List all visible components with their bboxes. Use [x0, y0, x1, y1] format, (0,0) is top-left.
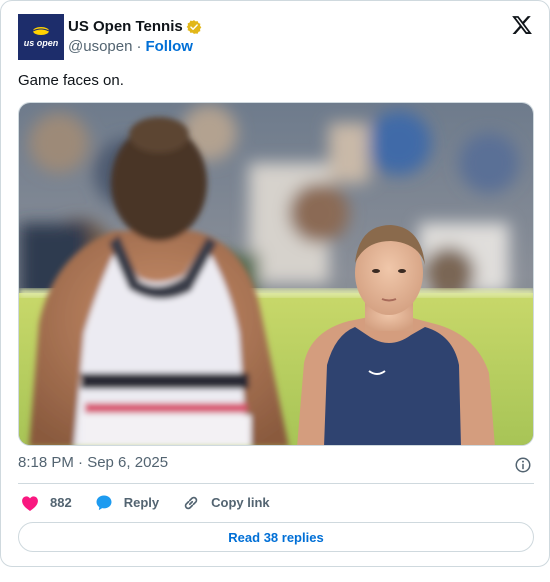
- timestamp[interactable]: 8:18 PM · Sep 6, 2025: [18, 454, 168, 472]
- divider: [18, 483, 534, 484]
- tweet-text: Game faces on.: [18, 72, 124, 89]
- like-button[interactable]: 882: [18, 493, 72, 513]
- author-handle-row: @usopen · Follow: [68, 38, 193, 56]
- us-open-logo-icon: us open: [18, 14, 64, 60]
- reply-button[interactable]: Reply: [94, 493, 159, 513]
- author-handle[interactable]: @usopen: [68, 38, 132, 56]
- tweet-card: us open US Open Tennis @usopen · Follow …: [0, 0, 550, 567]
- reply-label: Reply: [123, 495, 160, 510]
- author-display-name[interactable]: US Open Tennis: [68, 18, 183, 36]
- avatar-text: us open: [24, 38, 59, 48]
- like-count: 882: [50, 495, 72, 510]
- heart-icon: [22, 496, 38, 511]
- link-icon: [184, 496, 198, 510]
- tennis-photo-image: [19, 103, 533, 445]
- gold-verified-icon: [186, 20, 202, 34]
- x-logo-icon[interactable]: [511, 14, 533, 36]
- tweet-photo[interactable]: [18, 102, 534, 446]
- separator-dot: ·: [136, 38, 142, 55]
- avatar[interactable]: us open: [18, 14, 64, 60]
- read-replies-button[interactable]: Read 38 replies: [18, 522, 534, 552]
- tweet-actions: 882 Reply Copy link: [18, 493, 292, 513]
- info-icon[interactable]: [514, 456, 532, 474]
- speech-bubble-icon: [96, 495, 112, 511]
- author-name-row: US Open Tennis: [68, 18, 202, 36]
- copy-link-button[interactable]: Copy link: [181, 493, 270, 513]
- copy-link-label: Copy link: [211, 495, 270, 510]
- follow-link[interactable]: Follow: [145, 38, 193, 56]
